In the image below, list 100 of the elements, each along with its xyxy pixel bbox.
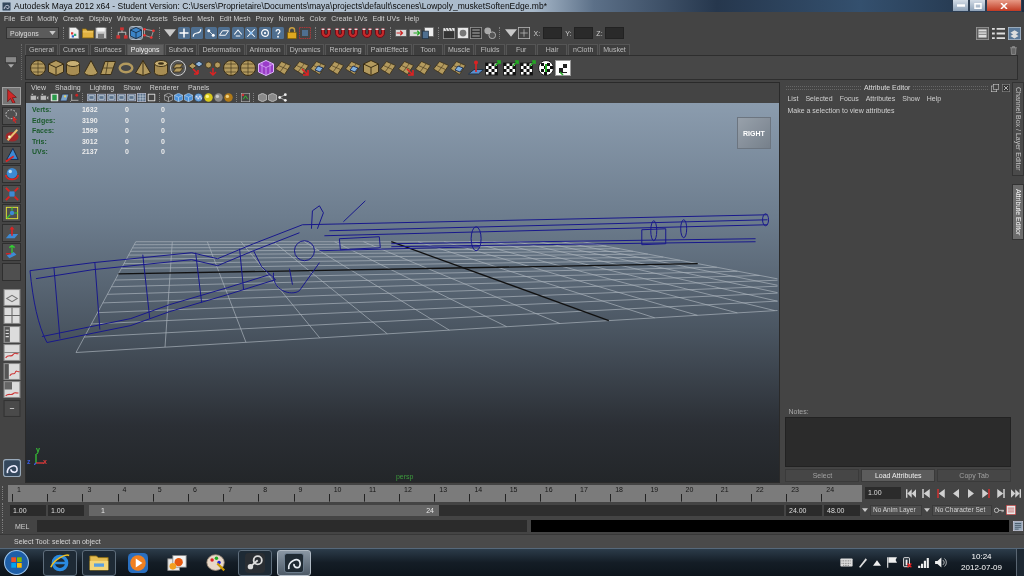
clock-date[interactable]: 2012-07-09 bbox=[961, 564, 1002, 572]
pen-icon[interactable] bbox=[859, 557, 868, 568]
dropdown-arrow-icon[interactable] bbox=[504, 27, 517, 39]
dropdown-arrow-icon[interactable] bbox=[924, 508, 930, 512]
gate-frame-icon[interactable] bbox=[96, 93, 106, 102]
shaded-cube-icon[interactable] bbox=[173, 93, 183, 102]
list-lines-icon[interactable] bbox=[992, 26, 1005, 40]
select-tool-button[interactable] bbox=[2, 87, 22, 105]
checker-ball-icon[interactable] bbox=[537, 59, 554, 76]
move-tool-button[interactable] bbox=[2, 145, 22, 164]
mesh-slab-patch-icon[interactable] bbox=[345, 59, 361, 76]
camera-icon[interactable] bbox=[39, 93, 49, 102]
shaded-cube-icon[interactable] bbox=[183, 93, 193, 102]
notes-field[interactable] bbox=[785, 417, 1011, 467]
object-cube-icon[interactable] bbox=[129, 27, 142, 39]
up-arrow-icon[interactable] bbox=[873, 559, 882, 566]
cube-icon[interactable] bbox=[362, 59, 379, 76]
help-icon[interactable] bbox=[272, 27, 284, 39]
settings-sheet-icon[interactable] bbox=[1006, 505, 1016, 515]
isolate-frame-icon[interactable] bbox=[240, 93, 250, 102]
manipulator-tool-button[interactable] bbox=[2, 204, 22, 222]
node-graph-icon[interactable] bbox=[277, 93, 287, 102]
layers-icon[interactable] bbox=[1008, 26, 1021, 40]
checker-arrow-icon[interactable] bbox=[520, 59, 536, 76]
mesh-slab-icon[interactable] bbox=[275, 59, 291, 76]
battery-icon[interactable] bbox=[903, 557, 913, 568]
scale-tool-button[interactable] bbox=[2, 184, 22, 203]
two-spheres-icon[interactable] bbox=[483, 27, 496, 39]
mesh-slab-arrow-icon[interactable] bbox=[292, 59, 309, 76]
camera-icon[interactable] bbox=[29, 93, 39, 102]
magnet-icon[interactable] bbox=[347, 27, 359, 39]
pipe-icon[interactable] bbox=[152, 59, 169, 76]
lock-icon[interactable] bbox=[285, 27, 298, 39]
shapes-arrow-icon[interactable] bbox=[187, 59, 204, 76]
speaker-icon[interactable] bbox=[935, 557, 948, 568]
mesh-slab-icon[interactable] bbox=[432, 59, 449, 76]
ring-snap-icon[interactable] bbox=[258, 27, 271, 39]
shiny-sphere-icon[interactable] bbox=[223, 93, 233, 102]
gate-frame-icon[interactable] bbox=[86, 93, 96, 102]
snap-plane-icon[interactable] bbox=[218, 27, 230, 39]
signal-bars-icon[interactable] bbox=[918, 557, 930, 568]
show-manipulator-button[interactable] bbox=[2, 243, 22, 261]
graph-layout-icon[interactable] bbox=[2, 344, 21, 361]
sphere-icon[interactable] bbox=[30, 59, 46, 76]
split-spheres-icon[interactable] bbox=[205, 59, 221, 76]
close-icon[interactable] bbox=[1002, 83, 1011, 92]
magnet-icon[interactable] bbox=[320, 27, 332, 39]
show-desktop-button[interactable] bbox=[1016, 549, 1024, 576]
plane-pin-icon[interactable] bbox=[467, 59, 484, 76]
magnet-icon[interactable] bbox=[333, 27, 346, 39]
image-plane-icon[interactable] bbox=[59, 93, 69, 102]
cone-icon[interactable] bbox=[82, 59, 99, 76]
wireframe-cube-icon[interactable] bbox=[163, 93, 173, 102]
mesh-slab-patch-icon[interactable] bbox=[310, 59, 326, 76]
ring-plane-icon[interactable] bbox=[170, 59, 186, 76]
hierarchy-icon[interactable] bbox=[116, 27, 128, 39]
square-frame-icon[interactable] bbox=[146, 93, 156, 102]
mesh-slab-icon[interactable] bbox=[380, 59, 396, 76]
pyramid-icon[interactable] bbox=[135, 59, 151, 76]
minimize-button[interactable] bbox=[952, 0, 969, 12]
gate-frame-icon[interactable] bbox=[126, 93, 136, 102]
shelf-menu-icon[interactable] bbox=[4, 56, 17, 68]
keyboard-icon[interactable] bbox=[840, 558, 854, 567]
go-to-end-icon[interactable] bbox=[1011, 488, 1021, 498]
new-page-icon[interactable] bbox=[68, 27, 80, 39]
axes-icon[interactable] bbox=[69, 93, 79, 102]
swirl-logo-icon[interactable] bbox=[2, 458, 21, 477]
gate-frame-icon[interactable] bbox=[116, 93, 126, 102]
textured-sphere-icon[interactable] bbox=[193, 93, 203, 102]
magnet-icon[interactable] bbox=[374, 27, 386, 39]
float-window-icon[interactable] bbox=[991, 83, 1000, 92]
film-frame-icon[interactable] bbox=[49, 93, 59, 102]
checker-window-icon[interactable] bbox=[555, 59, 571, 76]
dropdown-arrow-icon[interactable] bbox=[862, 508, 868, 512]
plane-icon[interactable] bbox=[100, 59, 116, 76]
list-graph-layout-icon[interactable] bbox=[2, 362, 21, 380]
clapperboard-icon[interactable] bbox=[443, 27, 455, 39]
folder-icon[interactable] bbox=[81, 27, 94, 39]
play-backwards-icon[interactable] bbox=[951, 488, 961, 498]
component-points-icon[interactable] bbox=[143, 27, 155, 39]
coordinate-field[interactable] bbox=[573, 27, 593, 39]
input-arrow-icon[interactable] bbox=[395, 27, 407, 39]
sphere-icon[interactable] bbox=[222, 59, 239, 76]
cross-snap-icon[interactable] bbox=[245, 27, 257, 39]
gate-frame-icon[interactable] bbox=[106, 93, 116, 102]
crosshair-frame-icon[interactable] bbox=[518, 27, 530, 39]
four-pane-layout-icon[interactable] bbox=[2, 307, 21, 324]
side-list-layout-icon[interactable] bbox=[2, 325, 21, 343]
rotate-tool-button[interactable] bbox=[2, 165, 22, 183]
go-to-start-icon[interactable] bbox=[906, 488, 916, 498]
taskbar-button[interactable] bbox=[43, 549, 77, 576]
cube-icon[interactable] bbox=[47, 59, 64, 76]
live-surface-icon[interactable] bbox=[231, 27, 244, 39]
quad-graph-layout-icon[interactable] bbox=[2, 381, 21, 398]
magnet-icon[interactable] bbox=[360, 27, 373, 39]
key-icon[interactable] bbox=[994, 507, 1004, 513]
sphere-icon[interactable] bbox=[240, 59, 256, 76]
snap-point-icon[interactable] bbox=[204, 27, 217, 39]
settings-list-icon[interactable] bbox=[470, 27, 482, 39]
previous-frame-icon[interactable] bbox=[936, 488, 946, 498]
